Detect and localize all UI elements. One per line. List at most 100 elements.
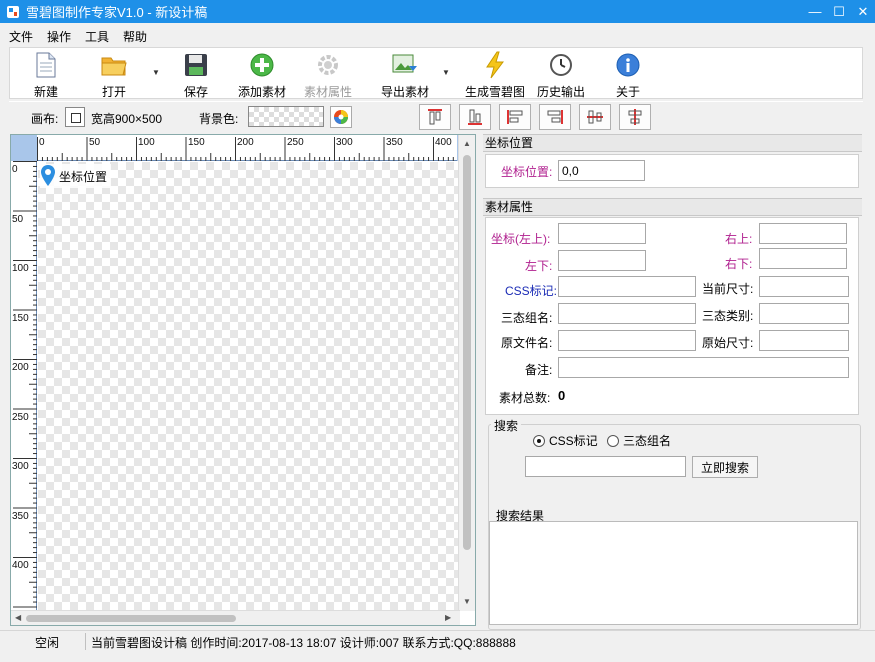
new-file-icon	[36, 52, 56, 78]
history-output-label: 历史输出	[536, 85, 585, 99]
menu-operate[interactable]: 操作	[47, 28, 71, 45]
options-bar: 画布: 宽高900×500 背景色:	[9, 101, 863, 131]
note-input[interactable]	[558, 357, 849, 378]
save-button[interactable]: 保存	[164, 51, 228, 100]
align-left-button[interactable]	[499, 104, 531, 130]
ruler-left-label: 0	[12, 164, 18, 175]
search-results-list[interactable]	[489, 521, 858, 625]
horizontal-scroll-thumb[interactable]	[26, 615, 236, 622]
export-asset-button[interactable]: 导出素材	[373, 51, 437, 100]
about-button[interactable]: 关于	[596, 51, 660, 100]
search-now-button[interactable]: 立即搜索	[692, 456, 758, 478]
history-output-button[interactable]: 历史输出	[529, 51, 593, 100]
ruler-left-ticks	[13, 161, 37, 608]
generate-sprite-button[interactable]: 生成雪碧图	[463, 51, 527, 100]
generate-sprite-label: 生成雪碧图	[464, 85, 525, 99]
open-label: 打开	[101, 85, 126, 99]
toolbar: 新建 打开 ▼ 保存 添加素材 素材属性 导出素材 ▼ 生成雪碧图 历史输出 关…	[9, 47, 863, 99]
search-group-title: 搜索	[491, 417, 522, 434]
lightning-icon	[486, 51, 504, 79]
scroll-down-icon[interactable]: ▼	[463, 597, 471, 606]
horizontal-scrollbar[interactable]: ◀ ▶	[11, 610, 460, 625]
orig-file-input[interactable]	[558, 330, 696, 351]
coordinate-marker[interactable]: 坐标位置	[40, 164, 112, 188]
asset-total-value: 0	[558, 388, 566, 403]
new-button[interactable]: 新建	[14, 51, 78, 100]
align-center-h-button[interactable]	[579, 104, 611, 130]
open-dropdown-arrow-icon[interactable]: ▼	[152, 68, 160, 77]
ruler-top-label: 350	[386, 137, 403, 148]
align-right-icon	[547, 110, 563, 124]
search-option-tri[interactable]: 三态组名	[607, 432, 671, 449]
ruler-top-label: 200	[237, 137, 254, 148]
top-left-input[interactable]	[558, 223, 646, 244]
vertical-scroll-thumb[interactable]	[463, 155, 471, 550]
tri-type-input[interactable]	[759, 303, 849, 324]
status-bar: 空闲 当前雪碧图设计稿 创作时间:2017-08-13 18:07 设计师:00…	[0, 630, 875, 652]
design-canvas-area: 0 50 100 150 200 250 300 350 400 0 50 10…	[10, 134, 476, 626]
close-button[interactable]: ✕	[851, 0, 875, 23]
add-asset-button[interactable]: 添加素材	[230, 51, 294, 100]
orig-size-input[interactable]	[759, 330, 849, 351]
asset-props-button: 素材属性	[296, 51, 360, 100]
align-bottom-button[interactable]	[459, 104, 491, 130]
status-state: 空闲	[35, 636, 60, 650]
bg-color-swatch[interactable]	[248, 106, 324, 127]
current-size-input[interactable]	[759, 276, 849, 297]
export-asset-label: 导出素材	[380, 85, 429, 99]
info-icon	[616, 53, 640, 77]
coord-input[interactable]	[558, 160, 645, 181]
asset-total-label: 素材总数:	[499, 391, 551, 405]
color-wheel-icon	[334, 110, 348, 124]
search-input[interactable]	[525, 456, 686, 477]
coord-section-title: 坐标位置	[483, 134, 862, 152]
about-label: 关于	[615, 85, 640, 99]
top-right-label: 右上:	[725, 232, 753, 246]
css-tag-input[interactable]	[558, 276, 696, 297]
scroll-left-icon[interactable]: ◀	[15, 613, 21, 622]
scroll-up-icon[interactable]: ▲	[463, 139, 471, 148]
folder-open-icon	[101, 57, 127, 76]
minimize-button[interactable]: —	[803, 0, 827, 23]
top-right-input[interactable]	[759, 223, 847, 244]
ruler-left-label: 350	[12, 511, 29, 522]
save-label: 保存	[183, 85, 208, 99]
ruler-left: 0 50 100 150 200 250 300 350 400	[11, 161, 37, 613]
orig-file-label: 原文件名:	[501, 336, 553, 350]
ruler-top-label: 150	[188, 137, 205, 148]
ruler-left-label: 400	[12, 560, 29, 571]
tri-group-input[interactable]	[558, 303, 696, 324]
maximize-button[interactable]: ☐	[827, 0, 851, 23]
bottom-right-input[interactable]	[759, 248, 847, 269]
align-center-vertical-icon	[628, 109, 642, 125]
bg-color-label: 背景色:	[199, 112, 239, 126]
properties-panel: 坐标位置 坐标位置: 素材属性 坐标(左上): 右上: 左下: 右下: CSS标…	[483, 134, 862, 415]
menu-file[interactable]: 文件	[9, 28, 33, 45]
align-right-button[interactable]	[539, 104, 571, 130]
menu-tools[interactable]: 工具	[85, 28, 109, 45]
export-dropdown-arrow-icon[interactable]: ▼	[442, 68, 450, 77]
ruler-left-label: 50	[12, 214, 24, 225]
scroll-right-icon[interactable]: ▶	[445, 613, 451, 622]
clock-icon	[550, 54, 572, 76]
align-top-icon	[428, 109, 442, 125]
add-asset-label: 添加素材	[237, 85, 286, 99]
canvas-size-button[interactable]	[65, 107, 85, 127]
search-option-css[interactable]: CSS标记	[533, 432, 598, 449]
menu-help[interactable]: 帮助	[123, 28, 147, 45]
top-left-label: 坐标(左上):	[491, 232, 551, 246]
vertical-scrollbar[interactable]: ▲ ▼	[458, 135, 475, 611]
align-left-icon	[507, 110, 523, 124]
bottom-left-input[interactable]	[558, 250, 646, 271]
align-center-v-button[interactable]	[619, 104, 651, 130]
location-pin-icon	[41, 165, 55, 186]
asset-section-title: 素材属性	[483, 198, 862, 216]
open-button[interactable]: 打开	[82, 51, 146, 100]
color-picker-button[interactable]	[330, 106, 352, 128]
search-option-tri-label: 三态组名	[623, 434, 672, 448]
ruler-top-label: 100	[138, 137, 155, 148]
align-top-button[interactable]	[419, 104, 451, 130]
new-label: 新建	[33, 85, 58, 99]
transparent-canvas[interactable]: 坐标位置	[38, 162, 458, 612]
search-option-css-label: CSS标记	[549, 434, 598, 448]
